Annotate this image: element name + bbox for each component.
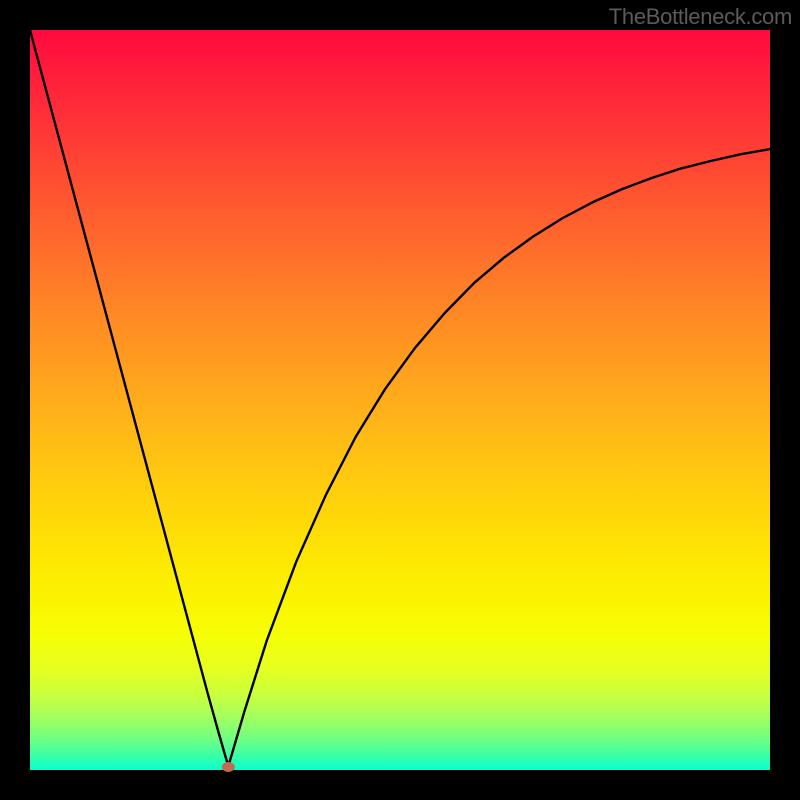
curve-layer xyxy=(30,30,770,770)
watermark-text: TheBottleneck.com xyxy=(609,4,792,30)
chart-frame: TheBottleneck.com xyxy=(0,0,800,800)
plot-area xyxy=(30,30,770,770)
optimal-marker xyxy=(222,762,235,772)
bottleneck-curve xyxy=(30,30,770,766)
